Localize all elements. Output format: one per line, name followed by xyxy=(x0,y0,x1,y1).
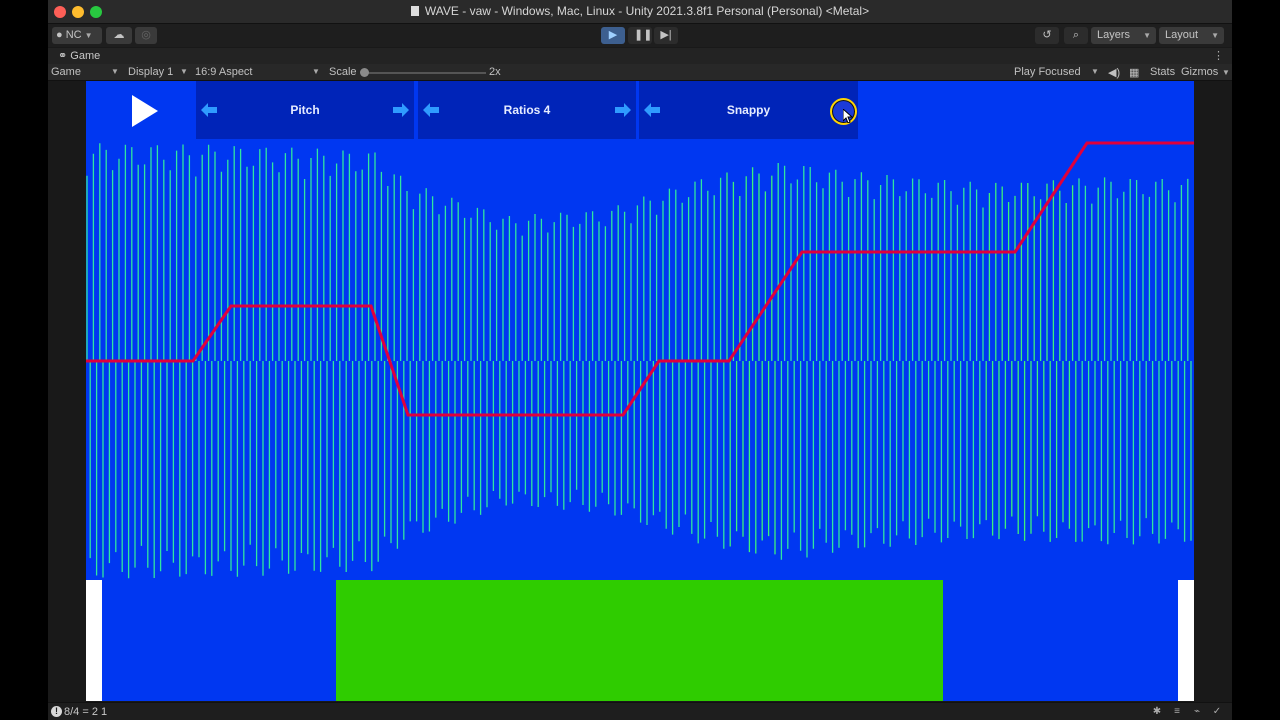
pause-button[interactable]: ❚❚ xyxy=(628,27,652,44)
chevron-down-icon: ▼ xyxy=(312,67,320,76)
status-bar: ! 8/4 = 2 1 ✱ ≡ ⌁ ✓ xyxy=(48,702,1232,720)
view-mode-label: Game xyxy=(51,66,81,78)
cloud-button[interactable]: ☁ xyxy=(106,27,132,44)
arrow-right-icon[interactable] xyxy=(615,103,631,117)
aspect-label: 16:9 Aspect xyxy=(195,66,253,78)
history-icon: ↺ xyxy=(1042,29,1052,41)
right-white-bar xyxy=(1178,580,1194,701)
pitch-selector: Pitch xyxy=(196,81,414,139)
window-title-wrap: WAVE - vaw - Windows, Mac, Linux - Unity… xyxy=(48,4,1232,18)
play-mode-dropdown[interactable]: Play Focused ▼ xyxy=(1014,66,1099,78)
info-icon: ! xyxy=(51,706,62,717)
display-label: Display 1 xyxy=(128,66,174,78)
big-play-button[interactable] xyxy=(86,81,196,139)
search-button[interactable]: ⌕ xyxy=(1064,27,1088,44)
stats-button[interactable]: Stats xyxy=(1150,66,1175,78)
play-icon: ▶ xyxy=(608,29,618,41)
gizmos-button[interactable]: Gizmos xyxy=(1181,66,1218,78)
database-icon[interactable]: ≡ xyxy=(1170,706,1184,718)
game-viewport[interactable]: Pitch Ratios 4 Snappy xyxy=(86,81,1194,701)
search-icon: ⌕ xyxy=(1072,29,1080,41)
collab-button[interactable]: ◎ xyxy=(135,27,157,44)
chevron-down-icon: ▼ xyxy=(180,67,188,76)
chevron-down-icon[interactable]: ▼ xyxy=(1222,66,1230,78)
play-icon xyxy=(132,95,158,127)
layers-dropdown[interactable]: Layers ▼ xyxy=(1091,27,1156,44)
document-icon xyxy=(410,6,419,16)
scale-value: 2x xyxy=(489,66,501,78)
view-mode-dropdown[interactable]: Game ▼ xyxy=(51,66,121,78)
chevron-down-icon: ▼ xyxy=(1143,31,1151,40)
mute-audio-icon[interactable]: ◀) xyxy=(1108,66,1120,79)
game-controls-panel: Pitch Ratios 4 Snappy xyxy=(86,81,858,139)
pause-icon: ❚❚ xyxy=(634,29,653,41)
chevron-down-icon: ▼ xyxy=(1091,67,1099,76)
title-bar: WAVE - vaw - Windows, Mac, Linux - Unity… xyxy=(48,0,1232,24)
chevron-down-icon: ▼ xyxy=(111,67,119,76)
chevron-down-icon: ▼ xyxy=(84,31,93,40)
scale-label: Scale xyxy=(329,66,357,78)
game-view-toolbar: Game ▼ Display 1 ▼ 16:9 Aspect ▼ Scale 2x P… xyxy=(48,64,1232,81)
account-dropdown[interactable]: ● NC ▼ xyxy=(52,27,102,44)
check-icon[interactable]: ✓ xyxy=(1210,706,1224,718)
ratios-selector-label: Ratios 4 xyxy=(503,103,551,117)
tab-game-label: Game xyxy=(70,50,101,62)
layout-label: Layout xyxy=(1165,29,1199,41)
pitch-selector-label: Pitch xyxy=(290,103,320,117)
mouse-pointer-icon xyxy=(843,109,853,123)
scale-slider-track[interactable] xyxy=(364,72,486,74)
step-icon: ▶| xyxy=(660,29,672,41)
tab-game[interactable]: ⚭ Game xyxy=(52,49,106,64)
snappy-selector: Snappy xyxy=(639,81,858,139)
step-button[interactable]: ▶| xyxy=(654,27,678,44)
waveform xyxy=(86,143,1192,579)
account-label: NC xyxy=(65,29,82,41)
tab-bar: ⚭ Game ⋮ xyxy=(48,48,1232,64)
network-icon[interactable]: ⌁ xyxy=(1190,706,1204,718)
account-icon: ● xyxy=(56,29,63,41)
collab-icon: ◎ xyxy=(141,29,151,41)
chevron-down-icon: ▼ xyxy=(1211,31,1219,40)
undo-history-button[interactable]: ↺ xyxy=(1035,27,1059,44)
arrow-right-icon[interactable] xyxy=(393,103,409,117)
cloud-icon: ☁ xyxy=(113,29,125,41)
layout-dropdown[interactable]: Layout ▼ xyxy=(1159,27,1224,44)
main-toolbar: ● NC▼ ☁ ◎ ▶ ❚❚ ▶| ↺ ⌕ Layers▼ Layout▼ ⋮ xyxy=(48,24,1232,66)
bug-icon[interactable]: ✱ xyxy=(1150,706,1164,718)
play-mode-label: Play Focused xyxy=(1014,66,1081,78)
snappy-selector-label: Snappy xyxy=(726,103,771,117)
ratios-selector: Ratios 4 xyxy=(418,81,636,139)
grid-icon[interactable]: ▦ xyxy=(1129,66,1139,79)
tab-more-icon[interactable]: ⋮ xyxy=(1213,49,1224,62)
left-white-bar xyxy=(86,580,102,701)
green-block xyxy=(336,580,943,701)
aspect-dropdown[interactable]: 16:9 Aspect ▼ xyxy=(195,66,321,78)
play-button[interactable]: ▶ xyxy=(601,27,625,44)
layers-label: Layers xyxy=(1097,29,1131,41)
game-controller-icon: ⚭ xyxy=(58,50,68,62)
waveform-display xyxy=(86,141,1194,579)
display-dropdown[interactable]: Display 1 ▼ xyxy=(128,66,190,78)
status-message[interactable]: 8/4 = 2 1 xyxy=(64,706,107,718)
scale-slider-thumb[interactable] xyxy=(360,68,369,77)
unity-window: WAVE - vaw - Windows, Mac, Linux - Unity… xyxy=(48,0,1232,720)
window-title: WAVE - vaw - Windows, Mac, Linux - Unity… xyxy=(424,4,870,18)
